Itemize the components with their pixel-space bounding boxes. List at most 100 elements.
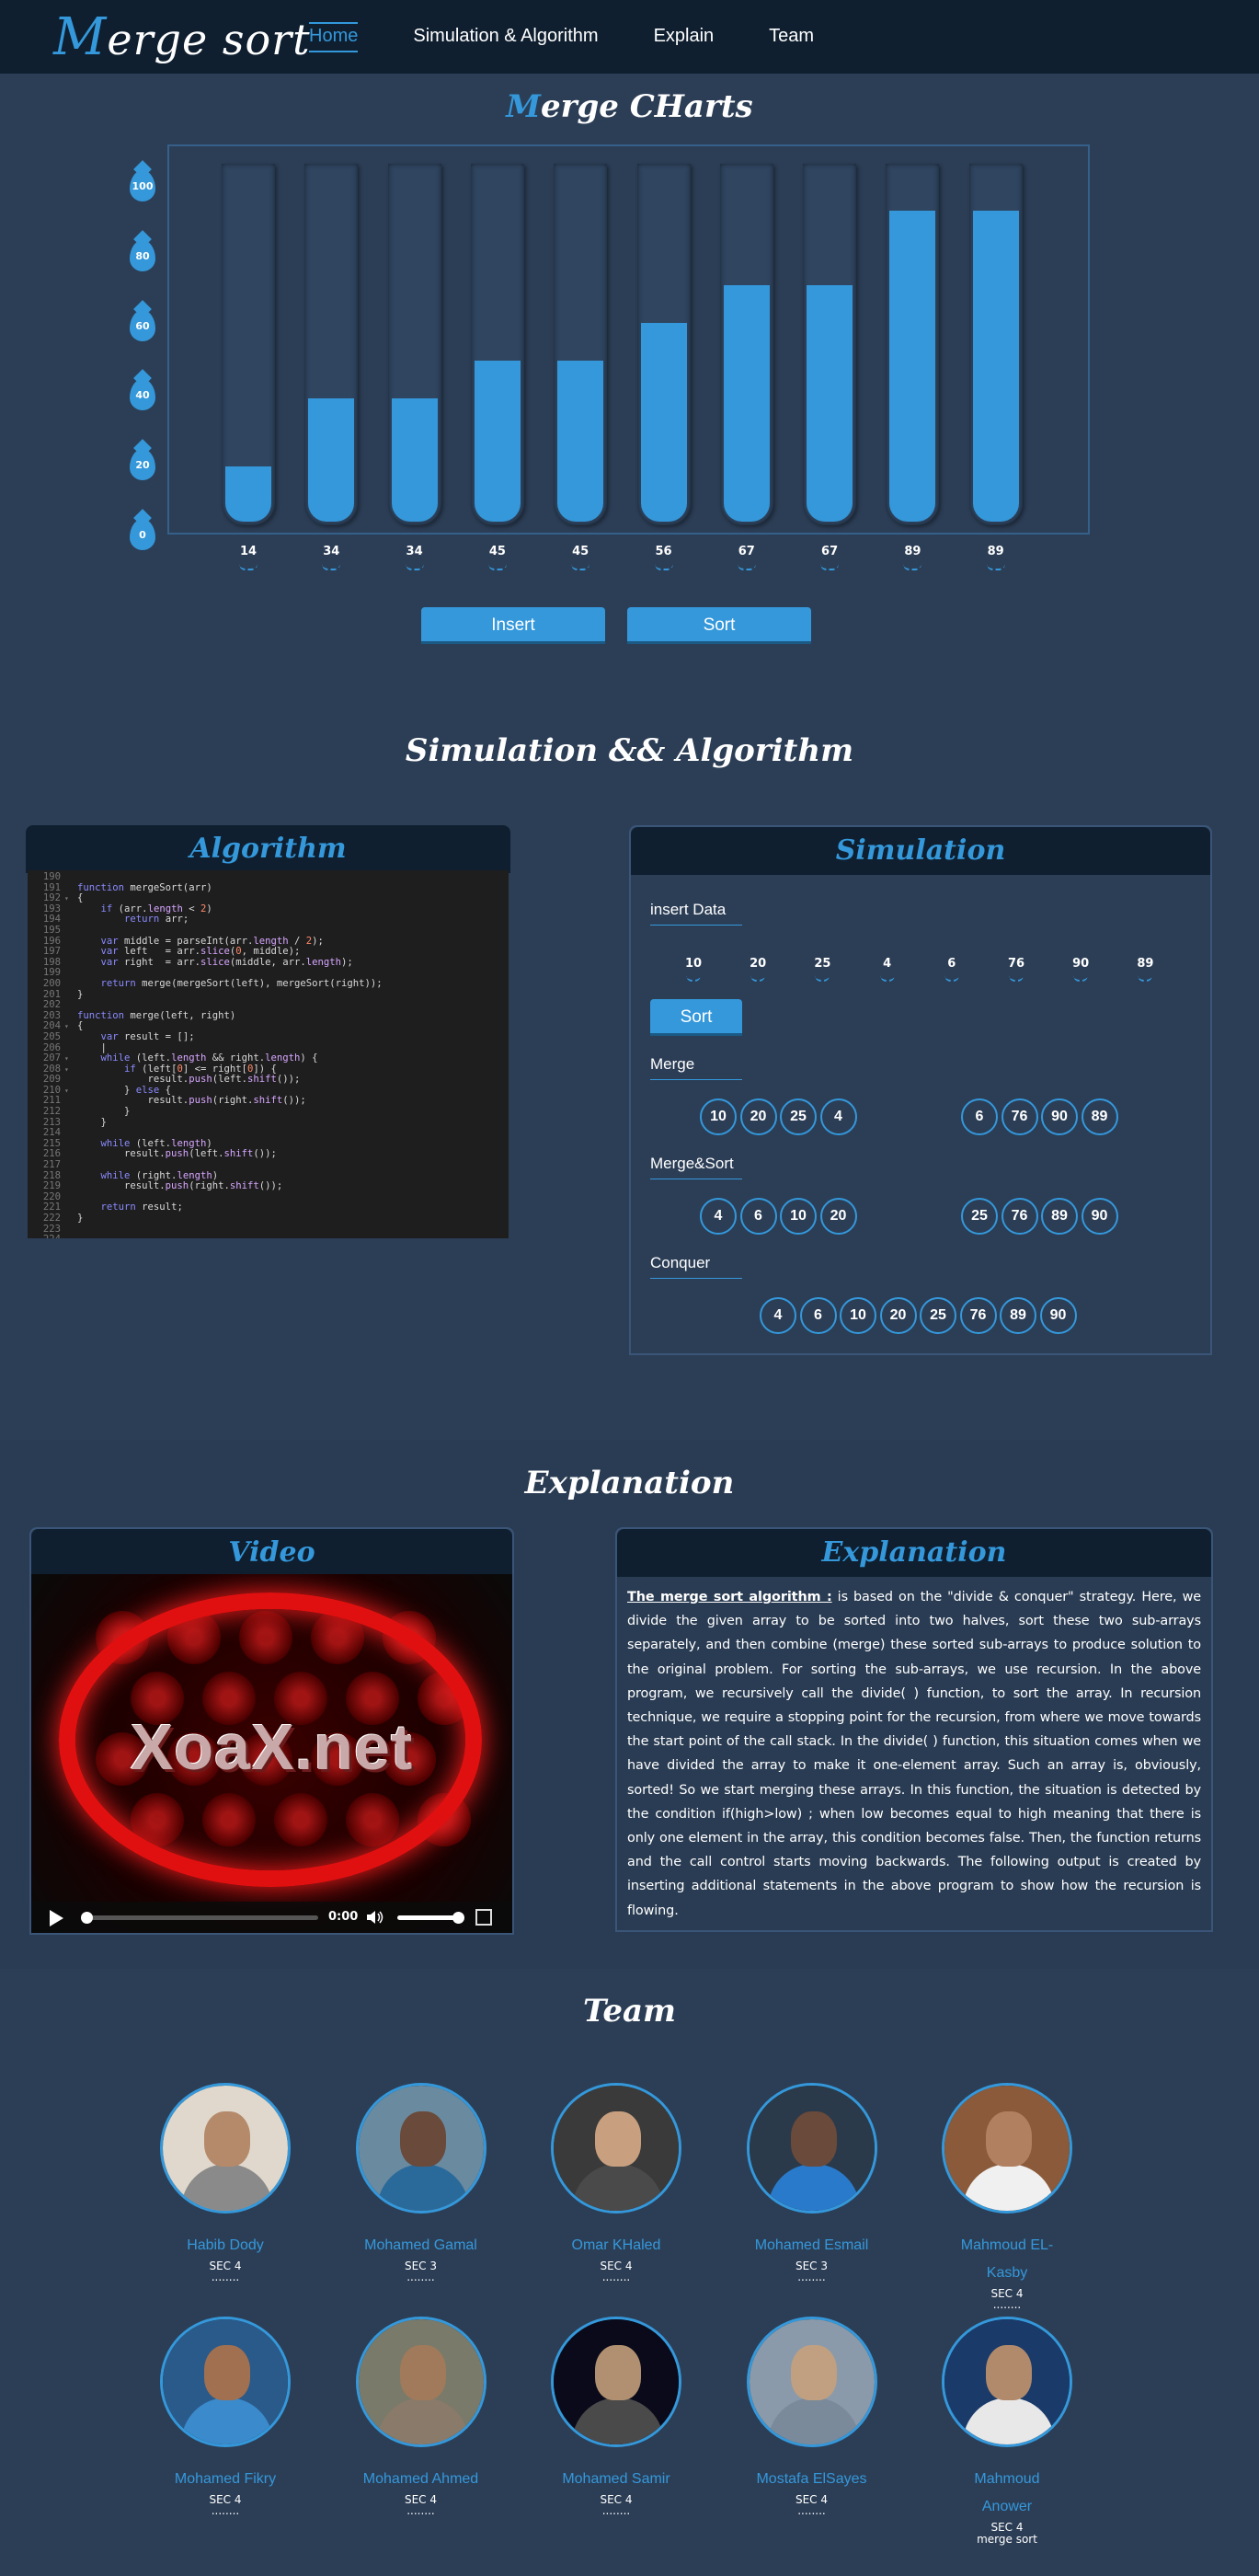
avatar[interactable] <box>355 2083 486 2214</box>
simulation-title: Simulation <box>631 827 1210 875</box>
merge-label: Merge <box>650 1055 742 1080</box>
avatar[interactable] <box>942 2083 1072 2214</box>
chart-bar-fill <box>972 210 1019 522</box>
avatar[interactable] <box>160 2083 291 2214</box>
chart-bar-fill <box>474 361 521 522</box>
member-name: Mostafa ElSayes <box>756 2471 867 2487</box>
member-name: Mahmoud Anower <box>974 2471 1040 2514</box>
sim-sort-button[interactable]: Sort <box>650 999 742 1036</box>
chart-bar-fill <box>723 285 770 522</box>
code-line: 213 } <box>42 1116 107 1128</box>
team-member: Mohamed Fikry SEC 4........ <box>152 2317 299 2517</box>
code-line: 197 var left = arr.slice(0, middle); <box>42 946 301 958</box>
code-line: 217 <box>42 1159 61 1171</box>
chart-bar <box>803 164 857 525</box>
code-editor[interactable]: 190 191 function mergeSort(arr) 192 ▾{193 if… <box>28 870 509 1238</box>
chart-bar <box>886 164 940 525</box>
chart-bar-fill <box>889 210 936 522</box>
video-time: 0:00 <box>328 1910 359 1924</box>
y-tick-label: 40 <box>135 389 150 402</box>
code-line: 223 <box>42 1223 61 1235</box>
sim-circle: 10 <box>840 1297 876 1334</box>
video-controls: 0:00 <box>31 1902 512 1933</box>
nav-team[interactable]: Team <box>769 26 814 52</box>
y-tick-label: 80 <box>135 249 150 262</box>
member-name: Mohamed Gamal <box>364 2237 477 2253</box>
avatar[interactable] <box>746 2317 877 2447</box>
member-dots: ........ <box>406 2504 435 2517</box>
chart-bar <box>470 164 524 525</box>
avatar[interactable] <box>551 2317 681 2447</box>
explanation-panel-title: Explanation <box>617 1529 1211 1577</box>
code-line: 216 result.push(left.shift()); <box>42 1148 277 1160</box>
member-dots: ........ <box>211 2504 240 2517</box>
sim-data-value: 76 <box>998 957 1035 982</box>
sim-circle: 76 <box>1001 1198 1038 1235</box>
member-dots: ........ <box>601 2504 631 2517</box>
chart-bar <box>304 164 359 525</box>
nav-simulation[interactable]: Simulation & Algorithm <box>413 26 598 52</box>
team-member: Mostafa ElSayes SEC 4........ <box>738 2317 886 2517</box>
x-tick-label: 89 <box>886 545 939 570</box>
avatar[interactable] <box>551 2083 681 2214</box>
nav-home[interactable]: Home <box>309 22 359 52</box>
chart-bar <box>636 164 691 525</box>
sim-circle: 89 <box>1041 1198 1078 1235</box>
team-member: Mohamed Ahmed SEC 4........ <box>348 2317 495 2517</box>
chart-bar <box>554 164 608 525</box>
y-tick: 20 <box>130 449 155 481</box>
sim-circle: 20 <box>739 1098 777 1135</box>
seek-bar[interactable] <box>81 1912 318 1924</box>
chart-bar <box>719 164 773 525</box>
y-tick-label: 0 <box>139 529 146 541</box>
code-line: 219 result.push(right.shift()); <box>42 1180 283 1192</box>
avatar[interactable] <box>160 2317 291 2447</box>
volume-slider[interactable] <box>397 1912 464 1924</box>
avatar[interactable] <box>746 2083 877 2214</box>
sim-circle: 25 <box>920 1297 956 1334</box>
code-line: 194 return arr; <box>42 914 189 926</box>
code-line: 191 function mergeSort(arr) <box>42 881 212 893</box>
play-icon[interactable] <box>50 1910 63 1926</box>
code-line: 207 ▾ while (left.length && right.length)… <box>42 1052 318 1064</box>
sort-button[interactable]: Sort <box>627 607 811 644</box>
member-dots: ........ <box>797 2504 826 2517</box>
fullscreen-icon[interactable] <box>475 1909 492 1926</box>
chart-bar-fill <box>557 361 604 522</box>
site-logo[interactable]: Merge sort <box>53 7 311 67</box>
video-player[interactable]: XoaX.net 0:00 <box>31 1574 512 1933</box>
chart-bar-fill <box>640 323 687 522</box>
conquer-label: Conquer <box>650 1254 742 1279</box>
x-tick-label: 34 <box>388 545 441 570</box>
code-line: 205 var result = []; <box>42 1030 195 1042</box>
sim-circle: 90 <box>1039 1297 1077 1334</box>
insert-button[interactable]: Insert <box>421 607 605 644</box>
y-tick: 100 <box>130 170 155 201</box>
volume-handle[interactable] <box>452 1912 464 1924</box>
sim-circle: 20 <box>879 1297 917 1334</box>
member-dots: ........ <box>211 2271 240 2283</box>
code-line: 198 var right = arr.slice(middle, arr.le… <box>42 956 353 968</box>
team-member: Mohamed Samir SEC 4........ <box>543 2317 690 2517</box>
navbar: Merge sort Home Simulation & Algorithm E… <box>0 0 1259 74</box>
sim-circle: 76 <box>959 1297 997 1334</box>
code-line: 201} <box>42 988 84 1000</box>
member-section: SEC 4 <box>990 2521 1024 2534</box>
x-tick-label: 67 <box>720 545 773 570</box>
sim-circle: 90 <box>1081 1198 1118 1235</box>
avatar[interactable] <box>942 2317 1072 2447</box>
sim-circle: 25 <box>780 1098 817 1135</box>
y-tick-label: 20 <box>135 459 150 472</box>
sim-data-value: 4 <box>869 957 906 982</box>
chart-bar-fill <box>807 285 853 522</box>
sim-circle: 4 <box>700 1198 737 1235</box>
volume-icon[interactable] <box>367 1910 383 1925</box>
seek-handle[interactable] <box>81 1912 93 1924</box>
sim-circle: 4 <box>760 1297 796 1334</box>
avatar[interactable] <box>355 2317 486 2447</box>
sim-circle: 6 <box>799 1297 837 1334</box>
nav-explain[interactable]: Explain <box>654 26 715 52</box>
video-logo: XoaX.net <box>130 1711 414 1783</box>
member-name: Mohamed Fikry <box>174 2471 277 2487</box>
merge-sort-label: Merge&Sort <box>650 1155 742 1179</box>
